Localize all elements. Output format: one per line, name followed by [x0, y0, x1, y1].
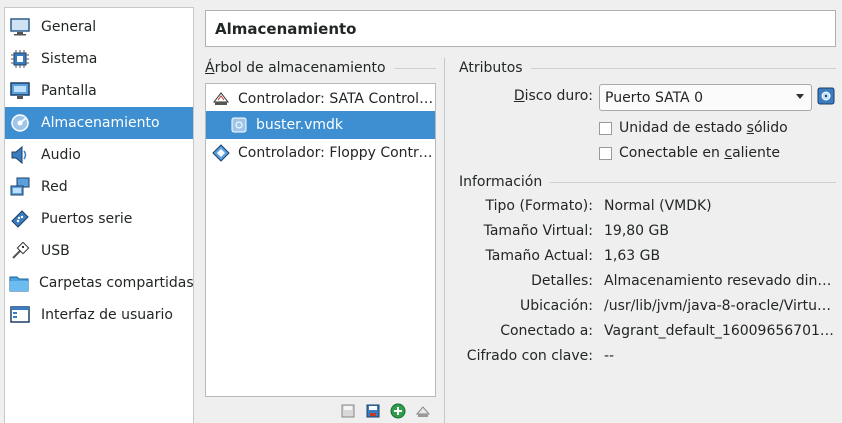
sidebar-item-sistema[interactable]: Sistema [5, 43, 193, 75]
sidebar-item-label: General [41, 19, 97, 35]
ssd-label-pre: Unidad de estado [619, 120, 747, 136]
sidebar-item-puertos-serie[interactable]: Puertos serie [5, 203, 193, 235]
storage-tree-heading: Árbol de almacenamiento [205, 59, 436, 77]
info-key-details: Detalles: [531, 273, 593, 289]
hotplug-checkbox-row[interactable]: Conectable en caliente [599, 143, 780, 163]
panel-splitter[interactable] [444, 58, 445, 423]
divider [393, 67, 436, 69]
remove-controller-icon[interactable] [413, 401, 432, 420]
remove-attachment-icon[interactable] [338, 401, 357, 420]
sidebar-item-general[interactable]: General [5, 11, 193, 43]
storage-tree-heading-accel: Á [205, 60, 215, 76]
sidebar-item-label: Puertos serie [41, 211, 133, 227]
storage-tree[interactable]: Controlador: SATA Controll… buster.vmdk … [205, 83, 436, 397]
info-value-details: Almacenamiento resevado dinám… [604, 273, 836, 289]
sidebar-item-interfaz-de-usuario[interactable]: Interfaz de usuario [5, 299, 193, 331]
network-icon [9, 176, 31, 198]
attributes-heading-label: Atributos [459, 60, 523, 76]
hotplug-checkbox[interactable] [599, 146, 612, 160]
sidebar-item-label: Red [41, 179, 68, 195]
sidebar-item-label: Carpetas compartidas [39, 275, 194, 291]
sidebar-item-label: Audio [41, 147, 81, 163]
divider [530, 67, 836, 69]
hard-disk-select[interactable]: Puerto SATA 0 [599, 84, 812, 111]
ssd-label-accel: s [746, 120, 754, 136]
sidebar-item-label: Interfaz de usuario [41, 307, 173, 323]
ssd-label: Unidad de estado sólido [619, 120, 788, 136]
sidebar-item-label: Sistema [41, 51, 98, 67]
info-value-location: /usr/lib/jvm/java-8-oracle/Virtual… [604, 298, 836, 314]
sidebar-item-label: USB [41, 243, 70, 259]
tree-item-label: buster.vmdk [256, 117, 343, 133]
info-key-actual-size: Tamaño Actual: [485, 248, 594, 264]
hard-disk-select-value: Puerto SATA 0 [605, 89, 703, 106]
speaker-icon [9, 144, 31, 166]
tree-item-label: Controlador: Floppy Control… [238, 145, 435, 161]
ssd-checkbox[interactable] [599, 121, 612, 135]
choose-disk-icon[interactable] [817, 87, 836, 106]
sidebar-item-almacenamiento[interactable]: Almacenamiento [5, 107, 193, 139]
chevron-down-icon [796, 94, 804, 99]
info-key-type: Tipo (Formato): [485, 198, 593, 214]
storage-tree-heading-text: rbol de almacenamiento [214, 60, 386, 76]
add-controller-icon[interactable] [388, 401, 407, 420]
folder-icon [9, 272, 29, 294]
add-attachment-icon[interactable] [363, 401, 382, 420]
info-key-location: Ubicación: [519, 298, 593, 314]
sidebar-item-red[interactable]: Red [5, 171, 193, 203]
info-key-virtual-size: Tamaño Virtual: [483, 223, 593, 239]
hotplug-label-pre: Conectable en [619, 145, 725, 161]
display-icon [9, 80, 31, 102]
sata-controller-icon [212, 90, 230, 108]
sidebar-item-label: Pantalla [41, 83, 97, 99]
tree-item-floppy-controller[interactable]: Controlador: Floppy Control… [206, 139, 435, 167]
info-key-encryption: Cifrado con clave: [466, 348, 593, 364]
sidebar-item-carpetas-compartidas[interactable]: Carpetas compartidas [5, 267, 194, 299]
usb-icon [9, 240, 31, 262]
info-value-encryption: -- [604, 348, 615, 364]
divider [550, 181, 836, 183]
hard-disk-label: Disco duro: [514, 88, 593, 104]
tree-item-sata-controller[interactable]: Controlador: SATA Controll… [206, 85, 435, 113]
page-title: Almacenamiento [205, 10, 836, 47]
info-value-type: Normal (VMDK) [604, 198, 712, 214]
hard-disk-label-text: isco duro: [524, 88, 593, 104]
hard-disk-label-accel: D [513, 88, 525, 104]
hotplug-label-post: aliente [732, 145, 781, 161]
attributes-heading: Atributos [459, 59, 836, 77]
hotplug-label: Conectable en caliente [619, 145, 780, 161]
hard-disk-icon [230, 116, 248, 134]
settings-sidebar: General Sistema Pantalla Almacenamiento … [4, 7, 194, 423]
info-value-actual-size: 1,63 GB [604, 248, 661, 264]
sidebar-item-label: Almacenamiento [41, 115, 160, 131]
storage-tree-toolbar [338, 401, 432, 421]
sidebar-item-usb[interactable]: USB [5, 235, 193, 267]
info-value-virtual-size: 19,80 GB [604, 223, 669, 239]
window-icon [9, 304, 31, 326]
information-heading: Información [459, 173, 836, 191]
serial-port-icon [9, 208, 31, 230]
storage-tree-heading-label: Árbol de almacenamiento [205, 60, 386, 76]
ssd-checkbox-row[interactable]: Unidad de estado sólido [599, 118, 788, 138]
info-key-attached-to: Conectado a: [500, 323, 593, 339]
chip-icon [9, 48, 31, 70]
disk-icon [9, 112, 31, 134]
ssd-label-post: ólido [753, 120, 788, 136]
sidebar-item-audio[interactable]: Audio [5, 139, 193, 171]
information-heading-label: Información [459, 174, 543, 190]
info-value-attached-to: Vagrant_default_160096567016… [604, 323, 836, 339]
tree-item-label: Controlador: SATA Controll… [238, 91, 435, 107]
page-title-text: Almacenamiento [215, 19, 357, 38]
hotplug-label-accel: c [724, 145, 733, 161]
tree-item-buster-vmdk[interactable]: buster.vmdk [206, 111, 435, 139]
sidebar-item-pantalla[interactable]: Pantalla [5, 75, 193, 107]
monitor-icon [9, 16, 31, 38]
floppy-controller-icon [212, 144, 230, 162]
